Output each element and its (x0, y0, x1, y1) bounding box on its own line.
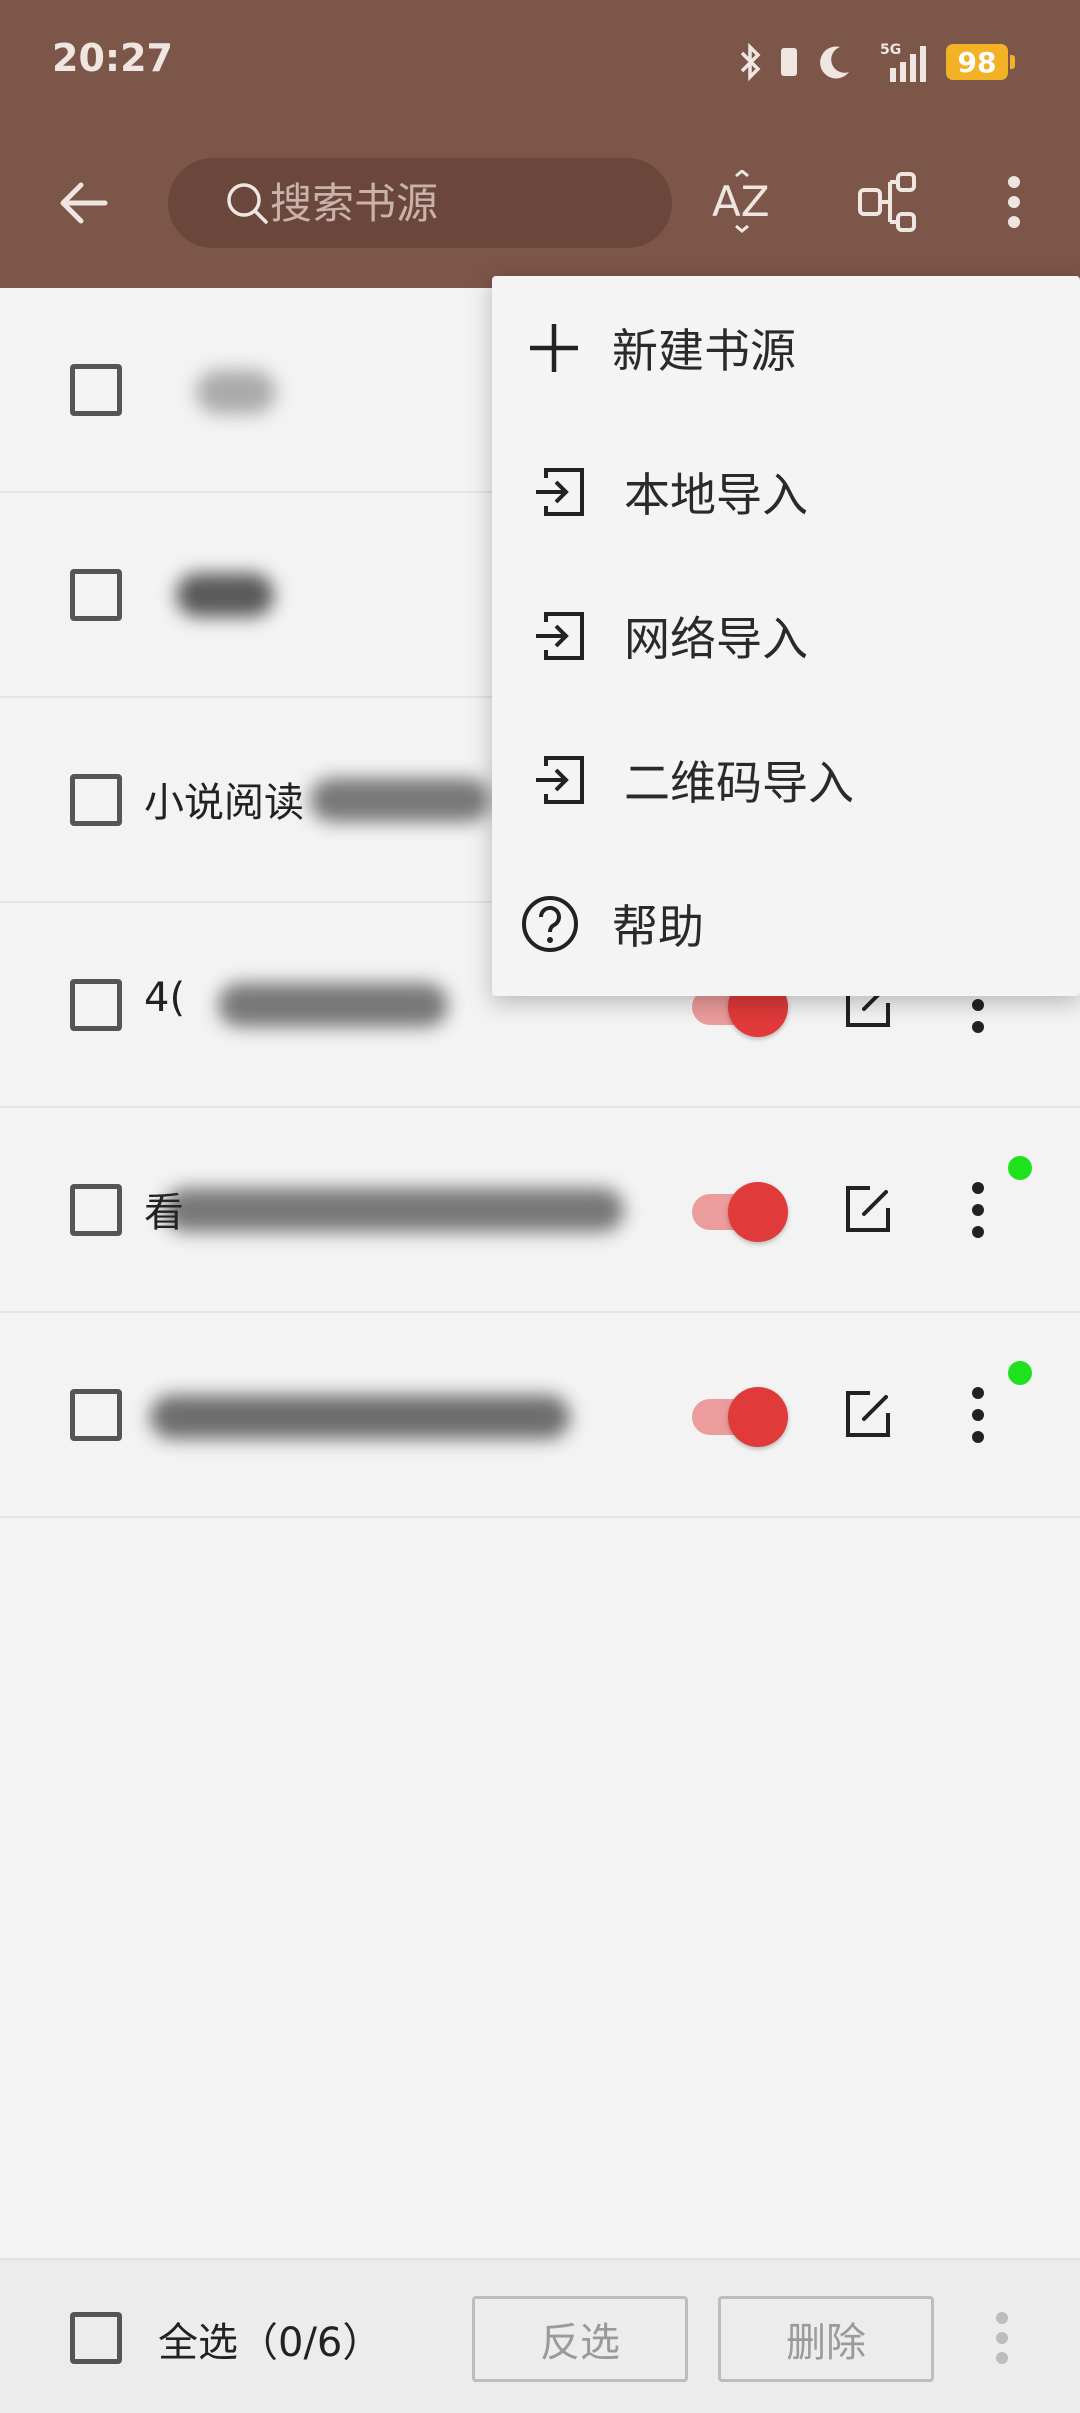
invert-selection-button[interactable]: 反选 (472, 2296, 688, 2382)
redacted-text (176, 573, 274, 617)
row-checkbox[interactable] (70, 569, 122, 621)
delete-button[interactable]: 删除 (718, 2296, 934, 2382)
back-button[interactable] (48, 168, 118, 238)
search-box[interactable] (168, 158, 672, 248)
import-icon (528, 748, 592, 812)
more-vertical-icon (972, 1387, 984, 1443)
status-time: 20:27 (52, 36, 173, 80)
row-checkbox[interactable] (70, 1389, 122, 1441)
battery-indicator: 98 (946, 44, 1015, 80)
status-dot (1008, 1156, 1032, 1180)
source-name: 小说阅读 (144, 780, 304, 826)
status-dot (1008, 1361, 1032, 1385)
bluetooth-icon (738, 42, 764, 82)
menu-item-local-import[interactable]: 本地导入 (492, 420, 1080, 564)
menu-item-qr-import[interactable]: 二维码导入 (492, 708, 1080, 852)
redacted-text (150, 1395, 570, 1439)
row-more-button[interactable] (958, 1174, 998, 1246)
menu-item-label: 帮助 (612, 900, 704, 954)
overflow-menu-button[interactable] (972, 160, 1056, 244)
redacted-text (196, 370, 276, 414)
bottom-more-button[interactable] (984, 2300, 1020, 2376)
row-checkbox[interactable] (70, 1184, 122, 1236)
more-vertical-icon (1008, 176, 1020, 228)
menu-item-label: 网络导入 (624, 612, 808, 666)
menu-item-label: 新建书源 (612, 324, 796, 378)
app-bar: 20:27 5G 98 搜索书源 AZ (0, 0, 1080, 288)
svg-text:AZ: AZ (712, 177, 770, 226)
more-vertical-icon (972, 1182, 984, 1238)
signal-icon: 5G (868, 40, 932, 84)
import-icon (528, 460, 592, 524)
search-input[interactable] (222, 178, 622, 228)
edit-button[interactable] (840, 1182, 896, 1238)
edit-icon (846, 1186, 890, 1232)
redacted-text (310, 778, 490, 822)
group-button[interactable] (846, 160, 930, 244)
redacted-text (218, 983, 448, 1027)
list-item[interactable]: 看 (0, 1108, 1080, 1313)
help-icon (518, 892, 582, 956)
select-all-label[interactable]: 全选（0/6） (158, 2310, 382, 2368)
vibrate-icon (778, 44, 800, 80)
plus-icon (522, 316, 586, 380)
bottom-action-bar: 全选（0/6） 反选 删除 (0, 2258, 1080, 2413)
edit-button[interactable] (840, 1387, 896, 1443)
row-checkbox[interactable] (70, 979, 122, 1031)
menu-item-label: 二维码导入 (624, 756, 854, 810)
more-vertical-icon (996, 2312, 1008, 2364)
redacted-text (164, 1188, 624, 1232)
sort-az-icon: AZ (712, 170, 770, 233)
sort-button[interactable]: AZ (700, 160, 784, 244)
status-icons: 5G 98 (738, 36, 1015, 88)
edit-icon (846, 1391, 890, 1437)
menu-item-help[interactable]: 帮助 (492, 852, 1080, 996)
overflow-menu: 新建书源 本地导入 网络导入 二维码导入 帮助 (492, 276, 1080, 996)
arrow-left-icon (60, 182, 108, 224)
select-all-checkbox[interactable] (70, 2312, 122, 2364)
moon-icon (814, 42, 854, 82)
menu-item-new-source[interactable]: 新建书源 (492, 276, 1080, 420)
menu-item-label: 本地导入 (624, 468, 808, 522)
network-type-label: 5G (880, 42, 901, 58)
row-checkbox[interactable] (70, 364, 122, 416)
row-more-button[interactable] (958, 1379, 998, 1451)
enable-toggle[interactable] (692, 1387, 788, 1447)
search-icon (224, 180, 270, 230)
group-icon (858, 172, 916, 232)
menu-item-network-import[interactable]: 网络导入 (492, 564, 1080, 708)
list-item[interactable] (0, 1313, 1080, 1518)
enable-toggle[interactable] (692, 1182, 788, 1242)
row-checkbox[interactable] (70, 774, 122, 826)
source-name: 4( (144, 975, 186, 1021)
import-icon (528, 604, 592, 668)
